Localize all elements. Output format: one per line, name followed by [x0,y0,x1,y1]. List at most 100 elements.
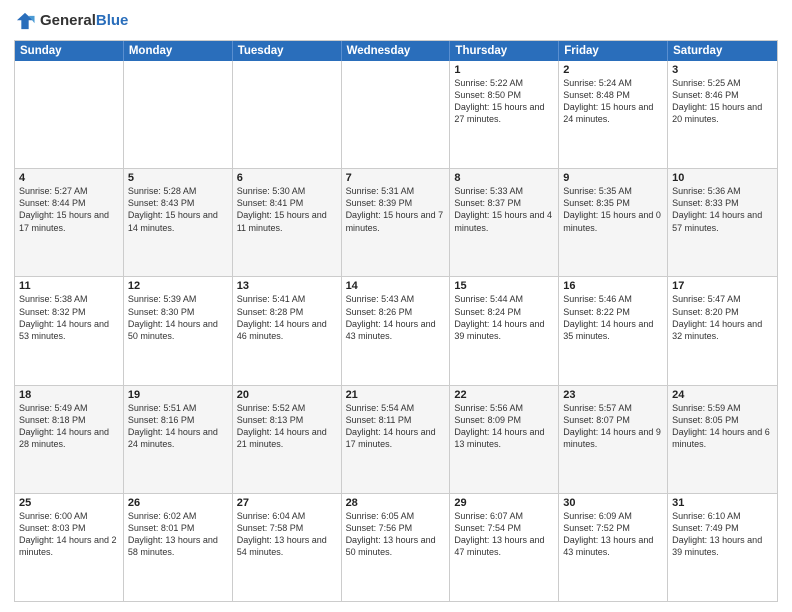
day-number: 13 [237,280,337,292]
week-row-2: 4Sunrise: 5:27 AM Sunset: 8:44 PM Daylig… [15,168,777,276]
day-number: 12 [128,280,228,292]
cal-cell: 21Sunrise: 5:54 AM Sunset: 8:11 PM Dayli… [342,386,451,493]
cal-cell: 5Sunrise: 5:28 AM Sunset: 8:43 PM Daylig… [124,169,233,276]
day-number: 31 [672,497,773,509]
cal-cell: 24Sunrise: 5:59 AM Sunset: 8:05 PM Dayli… [668,386,777,493]
cal-cell: 12Sunrise: 5:39 AM Sunset: 8:30 PM Dayli… [124,277,233,384]
cell-content: Sunrise: 5:30 AM Sunset: 8:41 PM Dayligh… [237,185,337,234]
cal-cell: 30Sunrise: 6:09 AM Sunset: 7:52 PM Dayli… [559,494,668,601]
cal-cell [15,61,124,168]
cal-cell: 28Sunrise: 6:05 AM Sunset: 7:56 PM Dayli… [342,494,451,601]
cell-content: Sunrise: 6:07 AM Sunset: 7:54 PM Dayligh… [454,510,554,559]
day-number: 5 [128,172,228,184]
day-number: 28 [346,497,446,509]
cal-cell [342,61,451,168]
week-row-1: 1Sunrise: 5:22 AM Sunset: 8:50 PM Daylig… [15,61,777,168]
calendar-header-row: SundayMondayTuesdayWednesdayThursdayFrid… [15,41,777,61]
cell-content: Sunrise: 5:31 AM Sunset: 8:39 PM Dayligh… [346,185,446,234]
day-number: 7 [346,172,446,184]
page: GeneralBlue SundayMondayTuesdayWednesday… [0,0,792,612]
day-number: 20 [237,389,337,401]
day-number: 9 [563,172,663,184]
day-number: 10 [672,172,773,184]
cell-content: Sunrise: 6:05 AM Sunset: 7:56 PM Dayligh… [346,510,446,559]
cal-cell [124,61,233,168]
logo: GeneralBlue [14,10,128,32]
cell-content: Sunrise: 5:28 AM Sunset: 8:43 PM Dayligh… [128,185,228,234]
cal-cell: 16Sunrise: 5:46 AM Sunset: 8:22 PM Dayli… [559,277,668,384]
logo-text: GeneralBlue [40,12,128,30]
day-number: 16 [563,280,663,292]
day-number: 23 [563,389,663,401]
cal-cell: 18Sunrise: 5:49 AM Sunset: 8:18 PM Dayli… [15,386,124,493]
calendar: SundayMondayTuesdayWednesdayThursdayFrid… [14,40,778,602]
day-number: 11 [19,280,119,292]
cell-content: Sunrise: 5:38 AM Sunset: 8:32 PM Dayligh… [19,293,119,342]
cell-content: Sunrise: 5:36 AM Sunset: 8:33 PM Dayligh… [672,185,773,234]
cell-content: Sunrise: 5:57 AM Sunset: 8:07 PM Dayligh… [563,402,663,451]
col-header-monday: Monday [124,41,233,61]
day-number: 30 [563,497,663,509]
cal-cell: 4Sunrise: 5:27 AM Sunset: 8:44 PM Daylig… [15,169,124,276]
cell-content: Sunrise: 6:02 AM Sunset: 8:01 PM Dayligh… [128,510,228,559]
cell-content: Sunrise: 5:27 AM Sunset: 8:44 PM Dayligh… [19,185,119,234]
cal-cell: 23Sunrise: 5:57 AM Sunset: 8:07 PM Dayli… [559,386,668,493]
cell-content: Sunrise: 5:22 AM Sunset: 8:50 PM Dayligh… [454,77,554,126]
cal-cell: 9Sunrise: 5:35 AM Sunset: 8:35 PM Daylig… [559,169,668,276]
cal-cell: 20Sunrise: 5:52 AM Sunset: 8:13 PM Dayli… [233,386,342,493]
cal-cell: 17Sunrise: 5:47 AM Sunset: 8:20 PM Dayli… [668,277,777,384]
logo-icon [14,10,36,32]
day-number: 18 [19,389,119,401]
week-row-3: 11Sunrise: 5:38 AM Sunset: 8:32 PM Dayli… [15,276,777,384]
day-number: 26 [128,497,228,509]
day-number: 29 [454,497,554,509]
col-header-tuesday: Tuesday [233,41,342,61]
cell-content: Sunrise: 5:54 AM Sunset: 8:11 PM Dayligh… [346,402,446,451]
cal-cell: 3Sunrise: 5:25 AM Sunset: 8:46 PM Daylig… [668,61,777,168]
cell-content: Sunrise: 5:51 AM Sunset: 8:16 PM Dayligh… [128,402,228,451]
day-number: 25 [19,497,119,509]
col-header-friday: Friday [559,41,668,61]
cal-cell: 26Sunrise: 6:02 AM Sunset: 8:01 PM Dayli… [124,494,233,601]
cal-cell: 1Sunrise: 5:22 AM Sunset: 8:50 PM Daylig… [450,61,559,168]
cal-cell: 11Sunrise: 5:38 AM Sunset: 8:32 PM Dayli… [15,277,124,384]
cal-cell: 6Sunrise: 5:30 AM Sunset: 8:41 PM Daylig… [233,169,342,276]
cell-content: Sunrise: 5:24 AM Sunset: 8:48 PM Dayligh… [563,77,663,126]
week-row-4: 18Sunrise: 5:49 AM Sunset: 8:18 PM Dayli… [15,385,777,493]
cal-cell: 14Sunrise: 5:43 AM Sunset: 8:26 PM Dayli… [342,277,451,384]
cell-content: Sunrise: 5:56 AM Sunset: 8:09 PM Dayligh… [454,402,554,451]
cal-cell: 2Sunrise: 5:24 AM Sunset: 8:48 PM Daylig… [559,61,668,168]
col-header-saturday: Saturday [668,41,777,61]
day-number: 6 [237,172,337,184]
day-number: 22 [454,389,554,401]
day-number: 15 [454,280,554,292]
cal-cell: 25Sunrise: 6:00 AM Sunset: 8:03 PM Dayli… [15,494,124,601]
cell-content: Sunrise: 6:10 AM Sunset: 7:49 PM Dayligh… [672,510,773,559]
cell-content: Sunrise: 5:44 AM Sunset: 8:24 PM Dayligh… [454,293,554,342]
header: GeneralBlue [14,10,778,32]
col-header-thursday: Thursday [450,41,559,61]
cell-content: Sunrise: 5:39 AM Sunset: 8:30 PM Dayligh… [128,293,228,342]
col-header-wednesday: Wednesday [342,41,451,61]
cell-content: Sunrise: 6:09 AM Sunset: 7:52 PM Dayligh… [563,510,663,559]
day-number: 19 [128,389,228,401]
day-number: 17 [672,280,773,292]
cal-cell [233,61,342,168]
cell-content: Sunrise: 5:49 AM Sunset: 8:18 PM Dayligh… [19,402,119,451]
day-number: 3 [672,64,773,76]
cal-cell: 31Sunrise: 6:10 AM Sunset: 7:49 PM Dayli… [668,494,777,601]
cell-content: Sunrise: 5:43 AM Sunset: 8:26 PM Dayligh… [346,293,446,342]
col-header-sunday: Sunday [15,41,124,61]
day-number: 1 [454,64,554,76]
day-number: 4 [19,172,119,184]
cal-cell: 10Sunrise: 5:36 AM Sunset: 8:33 PM Dayli… [668,169,777,276]
cell-content: Sunrise: 5:41 AM Sunset: 8:28 PM Dayligh… [237,293,337,342]
day-number: 27 [237,497,337,509]
day-number: 8 [454,172,554,184]
cell-content: Sunrise: 5:46 AM Sunset: 8:22 PM Dayligh… [563,293,663,342]
cal-cell: 27Sunrise: 6:04 AM Sunset: 7:58 PM Dayli… [233,494,342,601]
cell-content: Sunrise: 5:33 AM Sunset: 8:37 PM Dayligh… [454,185,554,234]
day-number: 21 [346,389,446,401]
cal-cell: 8Sunrise: 5:33 AM Sunset: 8:37 PM Daylig… [450,169,559,276]
cal-cell: 29Sunrise: 6:07 AM Sunset: 7:54 PM Dayli… [450,494,559,601]
